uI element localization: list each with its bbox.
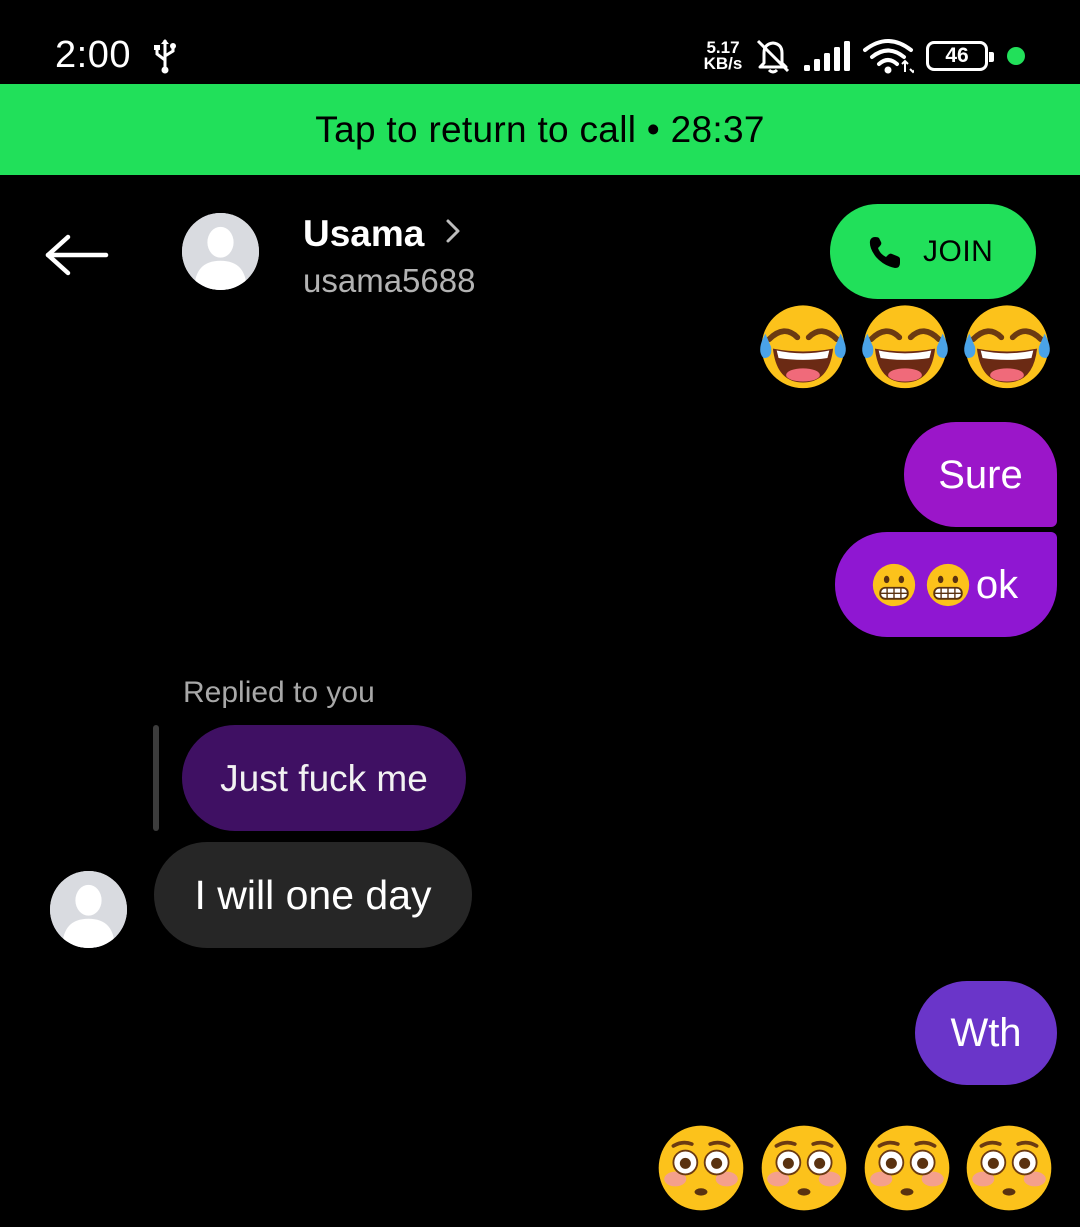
tears-of-joy-emoji[interactable] (858, 296, 952, 390)
sender-avatar[interactable] (50, 871, 127, 948)
network-speed: 5.17 KB/s (700, 39, 746, 73)
battery-icon: 46 (926, 41, 994, 71)
network-speed-unit: KB/s (703, 54, 743, 73)
status-bar: 2:00 5.17 KB/s 46 (0, 0, 1080, 84)
usb-icon (154, 39, 176, 74)
flushed-face-emoji[interactable] (861, 1122, 953, 1214)
phone-icon (869, 237, 900, 268)
wifi-icon (863, 39, 914, 74)
grimacing-face-emoji (925, 562, 971, 608)
sent-message-wth[interactable]: Wth (915, 981, 1057, 1085)
flushed-face-emoji[interactable] (655, 1122, 747, 1214)
bell-off-icon (756, 39, 790, 74)
quoted-message[interactable]: Just fuck me (182, 725, 466, 831)
join-label: JOIN (923, 235, 994, 268)
return-to-call-banner[interactable]: Tap to return to call • 28:37 (0, 84, 1080, 175)
grimacing-face-emoji (871, 562, 917, 608)
flushed-face-emoji[interactable] (963, 1122, 1055, 1214)
header-spacer (0, 175, 830, 325)
sent-message-ok[interactable]: ok (835, 532, 1057, 637)
sent-message-sure[interactable]: Sure (904, 422, 1057, 527)
status-time: 2:00 (55, 34, 131, 76)
join-call-button[interactable]: JOIN (830, 204, 1036, 299)
flushed-face-emoji[interactable] (758, 1122, 850, 1214)
replied-to-you-label: Replied to you (183, 676, 375, 709)
reply-indicator-line (153, 725, 159, 831)
tears-of-joy-emoji[interactable] (960, 296, 1054, 390)
chat-screen: 2:00 5.17 KB/s 46 Tap to return to call … (0, 0, 1080, 1227)
active-call-dot (1007, 47, 1025, 65)
sent-message-ok-text: ok (975, 562, 1019, 607)
received-message[interactable]: I will one day (154, 842, 472, 948)
signal-icon (804, 41, 850, 71)
